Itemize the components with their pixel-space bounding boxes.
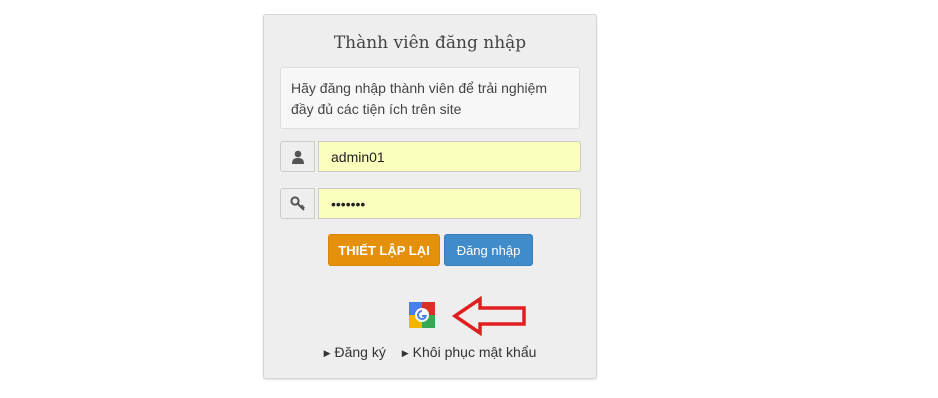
google-login-icon[interactable] (409, 302, 435, 328)
caret-right-icon: ▶ (401, 348, 409, 358)
arrow-annotation-icon (452, 296, 526, 336)
footer-links: ▶ Đăng ký ▶ Khôi phục mật khẩu (264, 344, 596, 360)
info-message: Hãy đăng nhập thành viên để trải nghiệm … (280, 67, 580, 129)
register-link[interactable]: ▶ Đăng ký (324, 344, 386, 360)
login-panel: Thành viên đăng nhập Hãy đăng nhập thành… (263, 14, 597, 379)
password-field-group (280, 188, 581, 219)
key-icon (280, 188, 315, 219)
caret-right-icon: ▶ (323, 348, 331, 358)
recover-password-link[interactable]: ▶ Khôi phục mật khẩu (402, 344, 537, 360)
password-input[interactable] (318, 188, 581, 219)
panel-title: Thành viên đăng nhập (333, 33, 527, 53)
reset-button[interactable]: THIẾT LẬP LẠI (328, 234, 440, 266)
username-input[interactable] (318, 141, 581, 172)
login-button[interactable]: Đăng nhập (444, 234, 533, 266)
username-field-group (280, 141, 581, 172)
user-icon (280, 141, 315, 172)
